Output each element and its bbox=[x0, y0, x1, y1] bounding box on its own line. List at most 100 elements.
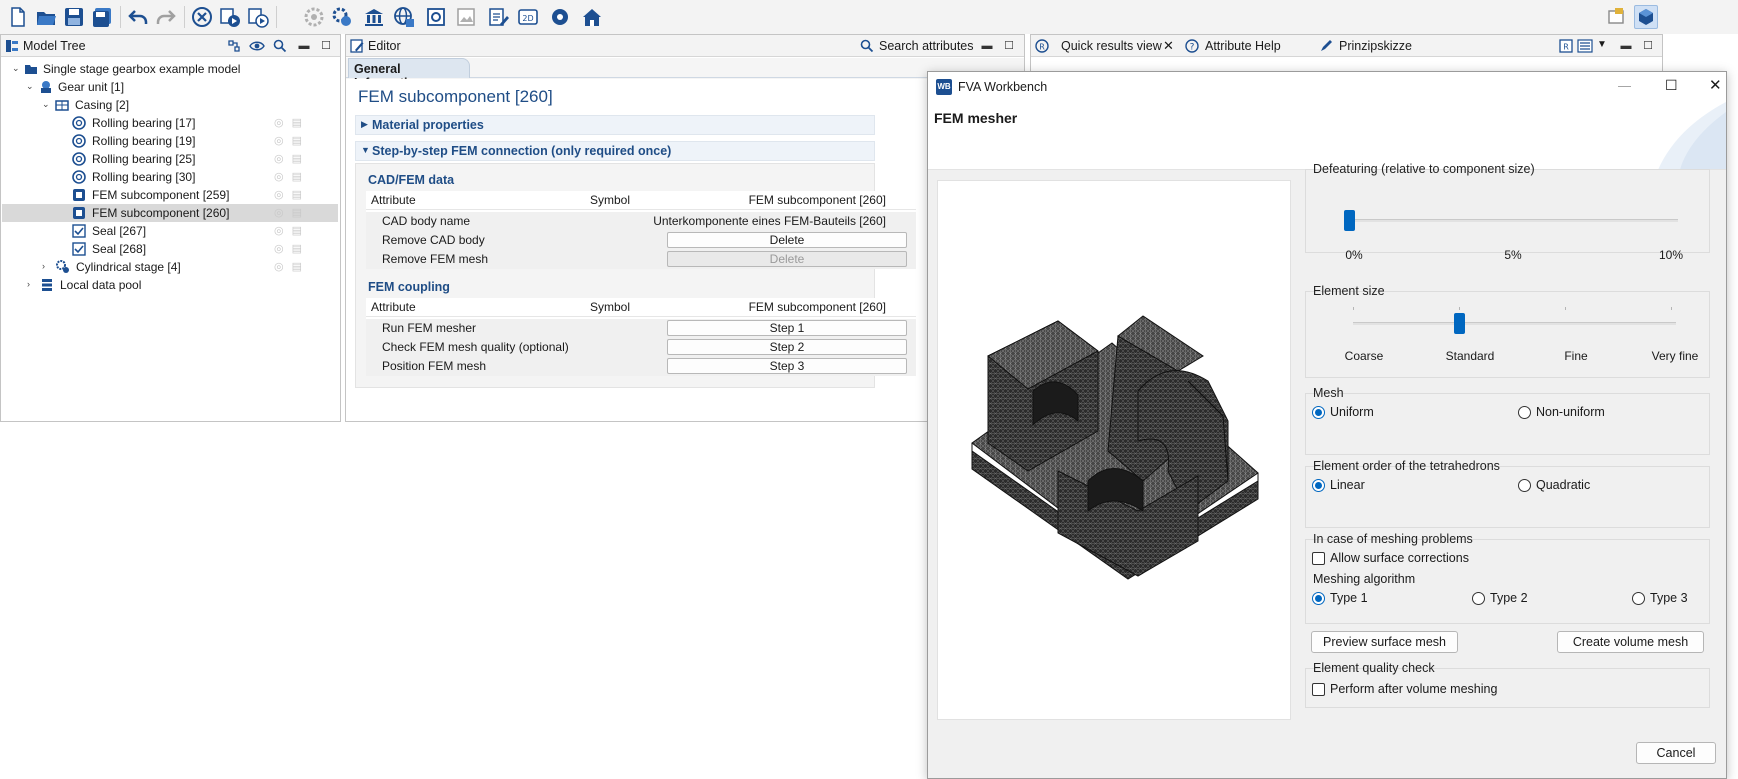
section-fem-connection[interactable]: ▼ Step-by-step FEM connection (only requ… bbox=[355, 141, 875, 161]
minimize-icon[interactable]: ▬ bbox=[297, 39, 311, 53]
algorithm-type-2-radio[interactable] bbox=[1472, 592, 1485, 605]
view-2d-icon[interactable]: 2D bbox=[516, 5, 540, 29]
eye-icon[interactable] bbox=[249, 39, 265, 53]
maximize-icon[interactable]: ☐ bbox=[1002, 39, 1016, 53]
perspective-icon[interactable] bbox=[1604, 5, 1628, 29]
mesh-non-uniform-radio[interactable] bbox=[1518, 406, 1531, 419]
algorithm-type-1-label[interactable]: Type 1 bbox=[1330, 591, 1368, 605]
tree-item-rolling-bearing-25[interactable]: Rolling bearing [25] ◎▤ bbox=[2, 150, 338, 168]
maximize-icon[interactable]: ☐ bbox=[1641, 39, 1655, 53]
tree-item-gear-unit[interactable]: ⌄ Gear unit [1] bbox=[2, 78, 338, 96]
create-volume-mesh-button[interactable]: Create volume mesh bbox=[1557, 631, 1704, 653]
run-calculation-icon[interactable] bbox=[218, 5, 242, 29]
stop-calculation-icon[interactable] bbox=[190, 5, 214, 29]
undo-icon[interactable] bbox=[126, 5, 150, 29]
tree-item-fem-subcomponent-260[interactable]: FEM subcomponent [260] ◎▤ bbox=[2, 204, 338, 222]
allow-surface-corrections-label[interactable]: Allow surface corrections bbox=[1330, 551, 1469, 565]
perform-after-meshing-checkbox[interactable] bbox=[1312, 683, 1325, 696]
cube-icon[interactable] bbox=[1634, 5, 1658, 29]
algorithm-type-2-label[interactable]: Type 2 bbox=[1490, 591, 1528, 605]
order-linear-radio[interactable] bbox=[1312, 479, 1325, 492]
order-quadratic-radio[interactable] bbox=[1518, 479, 1531, 492]
report-edit-icon[interactable] bbox=[486, 5, 510, 29]
run-fem-mesher-button[interactable]: Step 1 bbox=[667, 320, 907, 336]
image-icon[interactable] bbox=[454, 5, 478, 29]
chevron-down-icon[interactable]: ▼ bbox=[1597, 39, 1607, 50]
tree-status-icons: ◎▤ bbox=[274, 225, 310, 237]
save-icon[interactable] bbox=[62, 5, 86, 29]
report-icon[interactable]: R bbox=[1559, 39, 1573, 53]
chevron-down-icon[interactable]: ⌄ bbox=[42, 99, 52, 109]
new-document-icon[interactable] bbox=[6, 5, 30, 29]
minimize-icon[interactable]: — bbox=[1618, 78, 1631, 93]
tree-item-casing[interactable]: ⌄ Casing [2] bbox=[2, 96, 338, 114]
chevron-down-icon[interactable]: ⌄ bbox=[12, 63, 22, 73]
tab-quick-results-view[interactable]: Quick results view bbox=[1061, 39, 1162, 53]
column-header: FEM subcomponent [260] bbox=[748, 300, 886, 314]
close-icon[interactable]: ✕ bbox=[1709, 76, 1722, 94]
editor-tab[interactable]: Editor bbox=[368, 39, 401, 53]
mesh-uniform-radio[interactable] bbox=[1312, 406, 1325, 419]
order-quadratic-label[interactable]: Quadratic bbox=[1536, 478, 1590, 492]
element-size-slider-thumb[interactable] bbox=[1454, 313, 1465, 334]
gear-settings-icon[interactable] bbox=[330, 5, 354, 29]
collapse-tree-icon[interactable] bbox=[227, 39, 241, 53]
save-all-icon[interactable] bbox=[90, 5, 114, 29]
tab-general-information[interactable]: General Information bbox=[348, 58, 470, 90]
chevron-right-icon[interactable]: › bbox=[42, 261, 52, 271]
preview-surface-mesh-button[interactable]: Preview surface mesh bbox=[1311, 631, 1458, 653]
chevron-down-icon[interactable]: ⌄ bbox=[26, 81, 36, 91]
algorithm-type-1-radio[interactable] bbox=[1312, 592, 1325, 605]
remove-cad-body-button[interactable]: Delete bbox=[667, 232, 907, 248]
tab-attribute-help[interactable]: Attribute Help bbox=[1205, 39, 1281, 53]
remove-fem-mesh-button[interactable]: Delete bbox=[667, 251, 907, 267]
gear-disabled-icon[interactable] bbox=[302, 5, 326, 29]
allow-surface-corrections-checkbox[interactable] bbox=[1312, 552, 1325, 565]
mesh-non-uniform-label[interactable]: Non-uniform bbox=[1536, 405, 1605, 419]
mesh-preview[interactable] bbox=[937, 180, 1291, 720]
redo-icon[interactable] bbox=[154, 5, 178, 29]
minimize-icon[interactable]: ▬ bbox=[980, 39, 994, 53]
settings-gear-icon[interactable] bbox=[548, 5, 572, 29]
tree-item-rolling-bearing-30[interactable]: Rolling bearing [30] ◎▤ bbox=[2, 168, 338, 186]
maximize-icon[interactable]: ☐ bbox=[1665, 77, 1678, 94]
position-fem-mesh-button[interactable]: Step 3 bbox=[667, 358, 907, 374]
dialog-titlebar[interactable]: WB FVA Workbench — ☐ ✕ bbox=[928, 72, 1726, 102]
search-icon[interactable] bbox=[860, 39, 874, 53]
list-view-icon[interactable] bbox=[1577, 39, 1593, 53]
algorithm-type-3-label[interactable]: Type 3 bbox=[1650, 591, 1688, 605]
element-size-slider-track[interactable] bbox=[1353, 322, 1676, 325]
globe-icon[interactable] bbox=[392, 5, 416, 29]
tree-item-rolling-bearing-17[interactable]: Rolling bearing [17] ◎▤ bbox=[2, 114, 338, 132]
defeaturing-slider-track[interactable] bbox=[1348, 219, 1678, 222]
component-icon[interactable] bbox=[424, 5, 448, 29]
search-icon[interactable] bbox=[273, 39, 287, 53]
tree-item-rolling-bearing-19[interactable]: Rolling bearing [19] ◎▤ bbox=[2, 132, 338, 150]
model-tree-title[interactable]: Model Tree bbox=[23, 39, 86, 53]
tree-item-seal-267[interactable]: Seal [267] ◎▤ bbox=[2, 222, 338, 240]
close-icon[interactable]: ✕ bbox=[1163, 38, 1174, 54]
library-icon[interactable] bbox=[362, 5, 386, 29]
run-step-icon[interactable] bbox=[246, 5, 270, 29]
home-icon[interactable] bbox=[580, 5, 604, 29]
check-mesh-quality-button[interactable]: Step 2 bbox=[667, 339, 907, 355]
chevron-right-icon[interactable]: › bbox=[27, 279, 37, 289]
defeaturing-slider-thumb[interactable] bbox=[1344, 210, 1355, 231]
search-attributes-link[interactable]: Search attributes bbox=[879, 39, 974, 53]
algorithm-type-3-radio[interactable] bbox=[1632, 592, 1645, 605]
tree-item-local-data-pool[interactable]: › Local data pool bbox=[2, 276, 338, 294]
order-linear-label[interactable]: Linear bbox=[1330, 478, 1365, 492]
tree-item-fem-subcomponent-259[interactable]: FEM subcomponent [259] ◎▤ bbox=[2, 186, 338, 204]
tab-prinzipskizze[interactable]: Prinzipskizze bbox=[1339, 39, 1412, 53]
open-folder-icon[interactable] bbox=[34, 5, 58, 29]
mesh-uniform-label[interactable]: Uniform bbox=[1330, 405, 1374, 419]
minimize-icon[interactable]: ▬ bbox=[1619, 39, 1633, 53]
section-material-properties[interactable]: ▶ Material properties bbox=[355, 115, 875, 135]
maximize-icon[interactable]: ☐ bbox=[319, 39, 333, 53]
tree-item-seal-268[interactable]: Seal [268] ◎▤ bbox=[2, 240, 338, 258]
tree-item-label: FEM subcomponent [260] bbox=[92, 206, 230, 220]
tree-item-model[interactable]: ⌄ Single stage gearbox example model bbox=[2, 60, 338, 78]
perform-after-meshing-label[interactable]: Perform after volume meshing bbox=[1330, 682, 1497, 696]
cancel-button[interactable]: Cancel bbox=[1636, 742, 1716, 764]
tree-item-cylindrical-stage[interactable]: › Cylindrical stage [4] ◎▤ bbox=[2, 258, 338, 276]
